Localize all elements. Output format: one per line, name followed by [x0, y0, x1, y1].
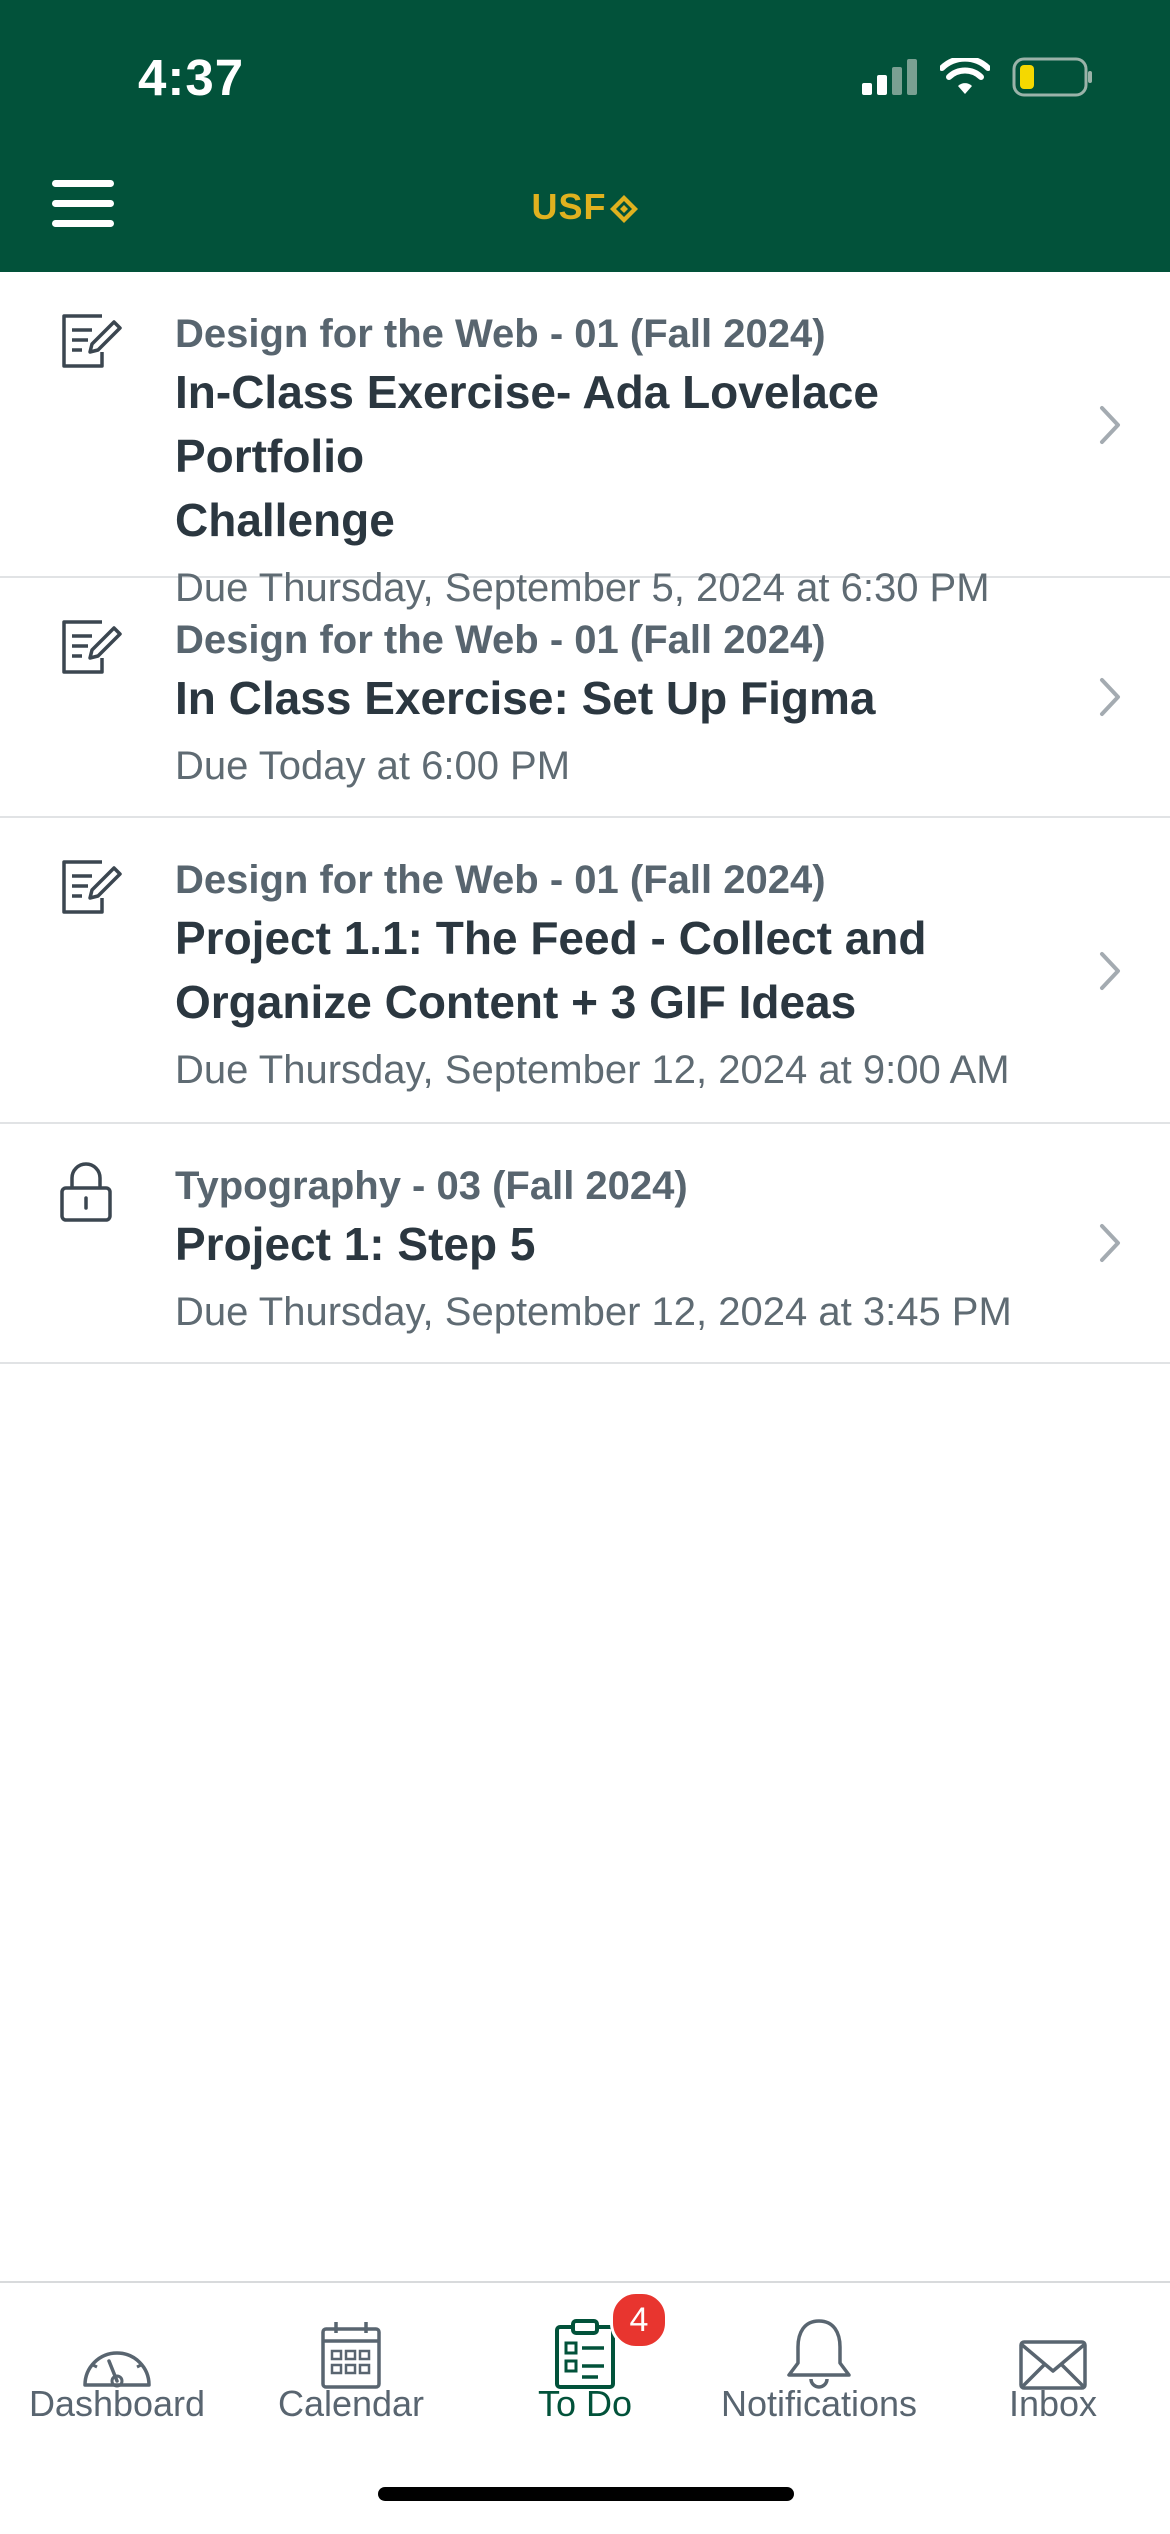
due-date: Due Thursday, September 12, 2024 at 3:45… — [175, 1290, 1012, 1334]
title-line: In Class Exercise: Set Up Figma — [175, 672, 876, 724]
signal-icon — [862, 59, 917, 95]
chevron-right-icon — [1100, 678, 1120, 716]
wifi-icon — [940, 58, 990, 94]
todo-count-badge: 4 — [610, 2291, 668, 2349]
title-line: In-Class Exercise- Ada Lovelace Portfoli… — [175, 366, 879, 482]
course-name: Design for the Web - 01 (Fall 2024) — [175, 858, 826, 902]
course-name: Design for the Web - 01 (Fall 2024) — [175, 312, 826, 356]
title-line: Project 1.1: The Feed - Collect and — [175, 912, 927, 964]
assignment-title: Project 1: Step 5 — [175, 1212, 1060, 1276]
title-line: Project 1: Step 5 — [175, 1218, 536, 1270]
course-name: Typography - 03 (Fall 2024) — [175, 1164, 688, 1208]
todo-list: Design for the Web - 01 (Fall 2024) In-C… — [0, 272, 1170, 1364]
tab-calendar[interactable]: Calendar — [234, 2283, 468, 2463]
bell-icon — [787, 2319, 851, 2389]
tab-label: Calendar — [277, 2383, 425, 2424]
battery-icon — [1012, 57, 1092, 97]
todo-item[interactable]: Typography - 03 (Fall 2024) Project 1: S… — [0, 1124, 1170, 1364]
due-date: Due Thursday, September 12, 2024 at 9:00… — [175, 1048, 1010, 1092]
todo-item[interactable]: Design for the Web - 01 (Fall 2024) In-C… — [0, 272, 1170, 610]
course-name: Design for the Web - 01 (Fall 2024) — [175, 618, 826, 662]
calendar-icon — [321, 2322, 381, 2389]
assignment-title: In-Class Exercise- Ada Lovelace Portfoli… — [175, 360, 1060, 552]
chevron-right-icon — [1100, 406, 1120, 444]
assignment-icon — [62, 620, 122, 674]
brand-logo: USF — [0, 186, 1170, 228]
brand-text: USF — [531, 186, 607, 227]
brand-diamond-icon — [609, 195, 638, 223]
due-date: Due Today at 6:00 PM — [175, 744, 571, 788]
todo-icon — [555, 2319, 615, 2389]
status-time: 4:37 — [138, 49, 245, 106]
assignment-icon — [62, 314, 122, 368]
chevron-right-icon — [1100, 952, 1120, 990]
assignment-icon — [62, 860, 122, 914]
tab-label: Notifications — [720, 2383, 918, 2424]
app-header: 4:37 USF — [0, 0, 1170, 272]
status-icons — [862, 54, 1094, 100]
assignment-title: Project 1.1: The Feed - Collect and Orga… — [175, 906, 1060, 1034]
tab-dashboard[interactable]: Dashboard — [0, 2283, 234, 2463]
title-line: Organize Content + 3 GIF Ideas — [175, 976, 857, 1028]
title-line: Challenge — [175, 494, 395, 546]
home-indicator[interactable] — [378, 2487, 794, 2501]
lock-icon — [60, 1162, 112, 1222]
tab-label: To Do — [537, 2383, 633, 2424]
tab-label: Inbox — [1008, 2383, 1098, 2424]
todo-item[interactable]: Design for the Web - 01 (Fall 2024) Proj… — [0, 818, 1170, 1124]
tab-inbox[interactable]: Inbox — [936, 2283, 1170, 2463]
assignment-title: In Class Exercise: Set Up Figma — [175, 666, 1060, 730]
todo-item[interactable]: Design for the Web - 01 (Fall 2024) In C… — [0, 578, 1170, 818]
tab-notifications[interactable]: Notifications — [702, 2283, 936, 2463]
chevron-right-icon — [1100, 1224, 1120, 1262]
